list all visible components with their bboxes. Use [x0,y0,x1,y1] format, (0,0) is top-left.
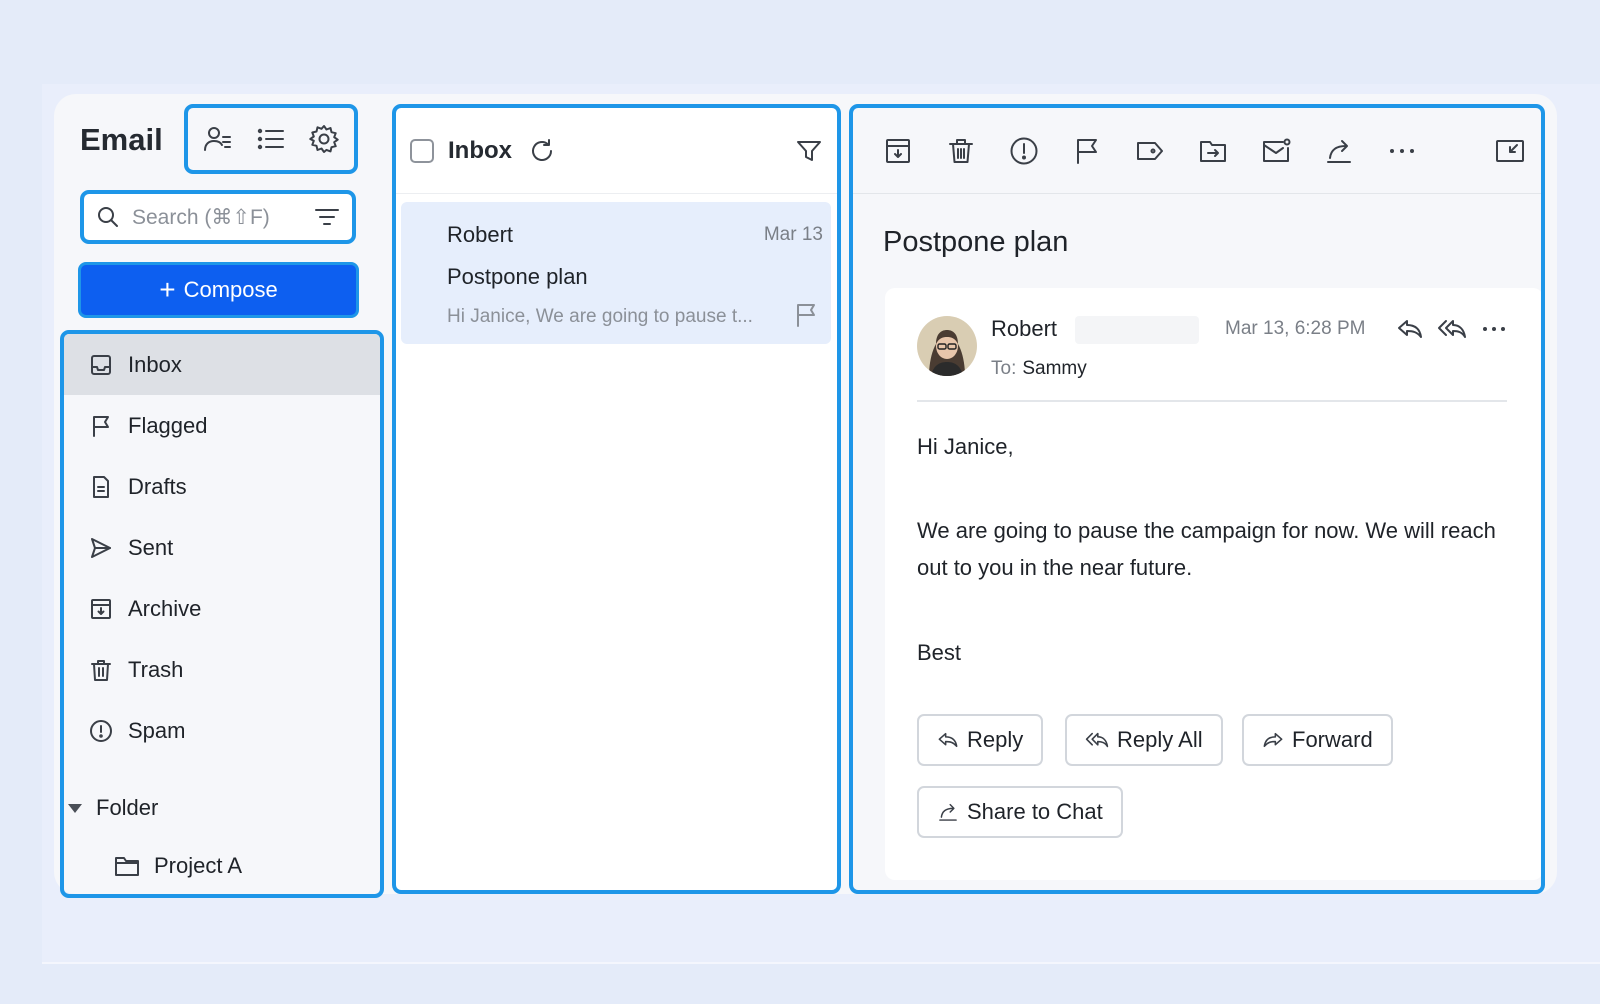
redacted-address [1075,316,1199,344]
filter-funnel-icon[interactable] [795,137,823,165]
reply-all-button[interactable]: Reply All [1065,714,1223,766]
sidebar-item-label: Trash [128,656,184,682]
sidebar-item-sent[interactable]: Sent [64,517,380,578]
caret-down-icon [68,803,82,813]
select-all-checkbox[interactable] [410,138,434,163]
forward-button-label: Forward [1292,727,1373,752]
sidebar-item-label: Inbox [128,351,182,377]
archive-icon[interactable] [881,134,915,168]
search-placeholder: Search (⌘⇧F) [132,205,270,229]
filter-icon[interactable] [314,205,340,229]
message-sender: Robert [447,222,514,247]
mark-unread-icon[interactable] [1259,134,1293,168]
to-label: To: [991,358,1017,379]
recipient-line: To: Sammy [991,358,1087,380]
reply-all-icon[interactable] [1435,312,1469,346]
sidebar-item-label: Drafts [128,473,187,499]
flag-icon[interactable] [793,302,819,328]
more-icon[interactable] [1477,312,1511,346]
body-signoff: Best [917,640,962,665]
trash-icon[interactable] [944,134,978,168]
message-preview: Hi Janice, We are going to pause t... [447,306,753,327]
spam-icon [88,718,114,744]
sidebar-item-archive[interactable]: Archive [64,578,380,639]
document-icon [88,474,114,500]
inbox-icon [88,352,114,378]
message-card: Robert Mar 13, 6:28 PM To: Sammy Hi Janic… [885,288,1541,880]
compose-label: Compose [183,277,278,302]
reply-icon[interactable] [1393,312,1427,346]
collapse-icon[interactable] [1493,134,1527,168]
sidebar-item-trash[interactable]: Trash [64,639,380,700]
search-icon [96,205,120,229]
sidebar-nav: Inbox Flagged Drafts Sent Archive Trash [60,330,384,898]
list-title: Inbox [448,136,512,164]
reader-toolbar [853,108,1541,194]
settings-gear-icon[interactable] [306,121,342,157]
email-subject: Postpone plan [883,226,1069,258]
message-subject: Postpone plan [447,264,588,289]
app-title: Email [80,122,163,157]
flag-icon [88,413,114,439]
sidebar-item-flagged[interactable]: Flagged [64,395,380,456]
folder-item-label: Project A [154,853,243,878]
sidebar-header-icons [184,104,358,174]
list-header: Inbox [396,108,837,194]
forward-button[interactable]: Forward [1242,714,1393,766]
label-icon[interactable] [1133,134,1167,168]
reply-button-label: Reply [967,727,1024,752]
compose-button[interactable]: + Compose [78,262,359,318]
more-icon[interactable] [1385,134,1419,168]
avatar [917,316,977,376]
archive-icon [88,596,114,622]
folder-item-project-a[interactable]: Project A [64,837,380,894]
sidebar-item-label: Archive [128,595,202,621]
list-item[interactable]: Robert Mar 13 Postpone plan Hi Janice, W… [401,202,831,344]
recipient-name: Sammy [1022,358,1087,379]
sidebar-item-label: Spam [128,717,186,743]
divider [917,400,1507,402]
reply-button[interactable]: Reply [917,714,1044,766]
folder-section-label: Folder [96,795,159,820]
flag-icon[interactable] [1070,134,1104,168]
sidebar-item-label: Sent [128,534,174,560]
share-to-chat-label: Share to Chat [967,799,1103,824]
body-greeting: Hi Janice, [917,434,1014,459]
message-date: Mar 13 [763,224,823,245]
sidebar-item-spam[interactable]: Spam [64,700,380,761]
reading-pane: Postpone plan Robert Mar 13, 6:28 PM To:… [849,104,1545,894]
contacts-icon[interactable] [200,121,236,157]
sender-name: Robert [991,316,1058,341]
trash-icon [88,657,114,683]
spam-icon[interactable] [1007,134,1041,168]
refresh-icon[interactable] [528,137,556,165]
search-input[interactable]: Search (⌘⇧F) [80,190,356,244]
move-icon[interactable] [1196,134,1230,168]
message-actions [1385,312,1511,346]
sidebar-item-drafts[interactable]: Drafts [64,456,380,517]
share-icon[interactable] [1322,134,1356,168]
plus-icon: + [159,274,176,305]
sidebar-item-inbox[interactable]: Inbox [64,334,380,395]
reply-all-button-label: Reply All [1117,727,1203,752]
folder-section-toggle[interactable]: Folder [64,779,380,837]
body-paragraph: We are going to pause the campaign for n… [917,518,1496,580]
list-view-icon[interactable] [253,121,289,157]
message-list-panel: Inbox Robert Mar 13 Postpone plan Hi Jan… [392,104,841,894]
sidebar-item-label: Flagged [128,412,208,438]
message-timestamp: Mar 13, 6:28 PM [1225,318,1366,339]
share-to-chat-button[interactable]: Share to Chat [917,786,1123,838]
folder-icon [114,853,140,879]
send-icon [88,535,114,561]
